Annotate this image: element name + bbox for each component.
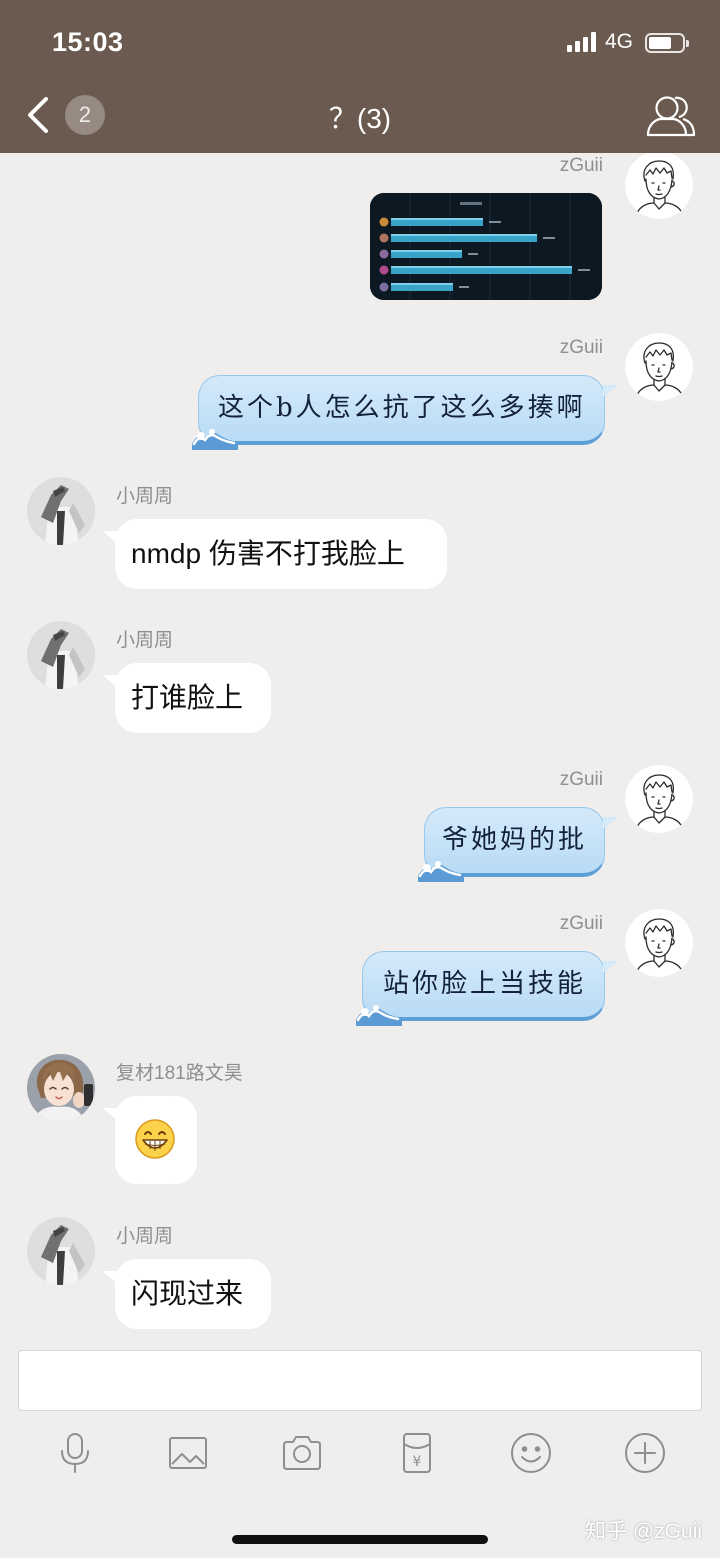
wave-decoration bbox=[192, 429, 238, 450]
image-message[interactable] bbox=[370, 193, 602, 300]
battery-icon bbox=[645, 33, 689, 53]
message-row: zGuii bbox=[0, 153, 720, 341]
avatar[interactable] bbox=[625, 153, 693, 219]
sender-name: zGuii bbox=[559, 337, 603, 358]
group-members-icon[interactable] bbox=[646, 91, 696, 139]
message-bubble[interactable]: 爷她妈的批 bbox=[418, 807, 618, 882]
message-text: nmdp 伤害不打我脸上 bbox=[131, 538, 405, 569]
avatar[interactable] bbox=[27, 1217, 95, 1285]
message-bubble[interactable]: 这个b人怎么抗了这么多揍啊 bbox=[192, 375, 618, 450]
sender-name: zGuii bbox=[559, 155, 603, 176]
message-text: 打谁脸上 bbox=[131, 682, 244, 713]
wave-decoration bbox=[356, 1005, 402, 1026]
message-bubble[interactable]: 打谁脸上 bbox=[102, 663, 271, 733]
sender-name: zGuii bbox=[559, 769, 603, 790]
emoji-icon[interactable] bbox=[509, 1431, 553, 1475]
signal-bar bbox=[575, 41, 580, 52]
message-input[interactable] bbox=[18, 1350, 702, 1411]
chat-area[interactable]: zGuii zGuii 这个b人怎么抗了这么多揍啊 小周周 nmdp 伤害不打我… bbox=[0, 153, 720, 1343]
grinning-face-icon bbox=[135, 1119, 175, 1159]
message-bubble[interactable]: nmdp 伤害不打我脸上 bbox=[102, 519, 447, 589]
chat-title: ？(3) bbox=[328, 103, 392, 134]
avatar[interactable] bbox=[27, 1054, 95, 1122]
avatar[interactable] bbox=[27, 477, 95, 545]
sender-name: 小周周 bbox=[116, 1226, 174, 1247]
image-icon[interactable] bbox=[166, 1431, 210, 1475]
home-indicator[interactable] bbox=[232, 1535, 488, 1544]
wave-decoration bbox=[418, 861, 464, 882]
microphone-icon[interactable] bbox=[53, 1431, 97, 1475]
avatar[interactable] bbox=[27, 621, 95, 689]
message-row: 小周周 闪现过来 bbox=[0, 1217, 720, 1343]
message-bubble[interactable]: 闪现过来 bbox=[102, 1259, 271, 1329]
red-packet-glyph: ¥ bbox=[413, 1454, 422, 1470]
signal-bar bbox=[567, 45, 572, 52]
avatar[interactable] bbox=[625, 333, 693, 401]
avatar[interactable] bbox=[625, 909, 693, 977]
sender-name: zGuii bbox=[559, 913, 603, 934]
message-text: 爷她妈的批 bbox=[442, 825, 588, 855]
message-text: 闪现过来 bbox=[131, 1278, 244, 1309]
watermark: 知乎 @zGuii bbox=[585, 1520, 702, 1543]
sender-name: 复材181路文昊 bbox=[116, 1063, 243, 1084]
message-text: 这个b人怎么抗了这么多揍啊 bbox=[218, 393, 586, 423]
battery-fill bbox=[649, 37, 672, 49]
top-bar: 15:03 4G 2 ？(3) bbox=[0, 0, 720, 153]
avatar[interactable] bbox=[625, 765, 693, 833]
camera-icon[interactable] bbox=[280, 1431, 324, 1475]
plus-icon[interactable] bbox=[623, 1431, 667, 1475]
message-bubble[interactable]: 站你脸上当技能 bbox=[356, 951, 618, 1026]
signal-bar bbox=[583, 37, 588, 52]
sender-name: 小周周 bbox=[116, 486, 174, 507]
message-row: 复材181路文昊 bbox=[0, 1054, 720, 1244]
message-bubble[interactable] bbox=[102, 1096, 197, 1184]
message-text: 站你脸上当技能 bbox=[383, 969, 587, 999]
red-packet-icon[interactable]: ¥ bbox=[395, 1431, 439, 1475]
signal-bars-icon bbox=[567, 31, 598, 52]
status-time: 15:03 bbox=[52, 27, 124, 57]
signal-bar bbox=[591, 32, 596, 52]
network-type: 4G bbox=[605, 30, 634, 53]
sender-name: 小周周 bbox=[116, 630, 174, 651]
